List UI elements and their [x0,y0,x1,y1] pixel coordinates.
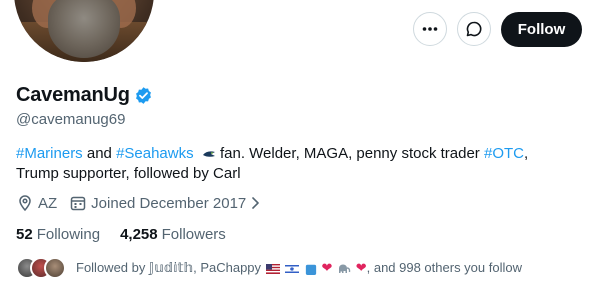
hashtag-link-mariners[interactable]: #Mariners [16,145,83,162]
following-link[interactable]: 52 Following [16,226,100,243]
follow-button[interactable]: Follow [501,12,582,47]
join-date[interactable]: Joined December 2017 [69,194,266,212]
message-button[interactable] [457,12,491,46]
seahawk-emoji-icon [202,151,215,157]
red-heart-icon: ❤ [355,260,367,275]
following-count: 52 [16,226,33,243]
israel-flag-icon [285,263,300,274]
profile-meta: AZ Joined December 2017 [16,194,278,212]
verified-badge-icon[interactable] [134,86,153,105]
follower-name: PaChappy [200,260,262,275]
chevron-right-icon [252,197,260,209]
followed-by-suffix: , and 998 others you follow [366,260,522,275]
followers-link[interactable]: 4,258 Followers [120,226,226,243]
calendar-icon [70,196,86,211]
following-label: Following [36,226,101,243]
name-row: CavemanUg [16,84,153,107]
follow-counts: 52 Following 4,258 Followers [16,226,246,243]
blue-square-icon [305,264,317,275]
follower-avatar [44,257,66,279]
bio-text: and [82,145,117,162]
hashtag-link-seahawks[interactable]: #Seahawks [116,145,194,162]
more-button[interactable] [413,12,447,46]
location: AZ [16,194,57,212]
profile-avatar[interactable] [14,0,154,62]
followed-by-row[interactable]: Followed by 𝕁𝕦𝕕𝕚𝕥𝕙, PaChappy ❤ ❤, and 99… [16,257,522,279]
red-heart-icon: ❤ [321,260,333,275]
followers-count: 4,258 [120,226,158,243]
hashtag-link-otc[interactable]: #OTC [484,145,524,162]
followed-by-prefix: Followed by [76,260,149,275]
elephant-icon [339,264,351,273]
user-handle: @cavemanug69 [16,111,126,128]
chat-bubble-icon [466,21,482,37]
more-dots-icon [422,27,438,31]
followed-by-text: Followed by 𝕁𝕦𝕕𝕚𝕥𝕙, PaChappy ❤ ❤, and 99… [76,260,522,276]
display-name: CavemanUg [16,84,130,106]
followers-label: Followers [161,226,226,243]
us-flag-icon [265,263,280,274]
bio-text: fan. Welder, MAGA, penny stock trader [215,145,484,162]
joined-text: Joined December 2017 [91,194,247,212]
location-pin-icon [19,195,31,212]
location-text: AZ [38,194,58,212]
profile-bio: #Mariners and #Seahawks fan. Welder, MAG… [16,144,576,184]
bio-text-line2: Trump supporter, followed by Carl [16,165,241,182]
follower-name: 𝕁𝕦𝕕𝕚𝕥𝕙 [148,260,194,275]
bio-text: , [524,145,529,162]
